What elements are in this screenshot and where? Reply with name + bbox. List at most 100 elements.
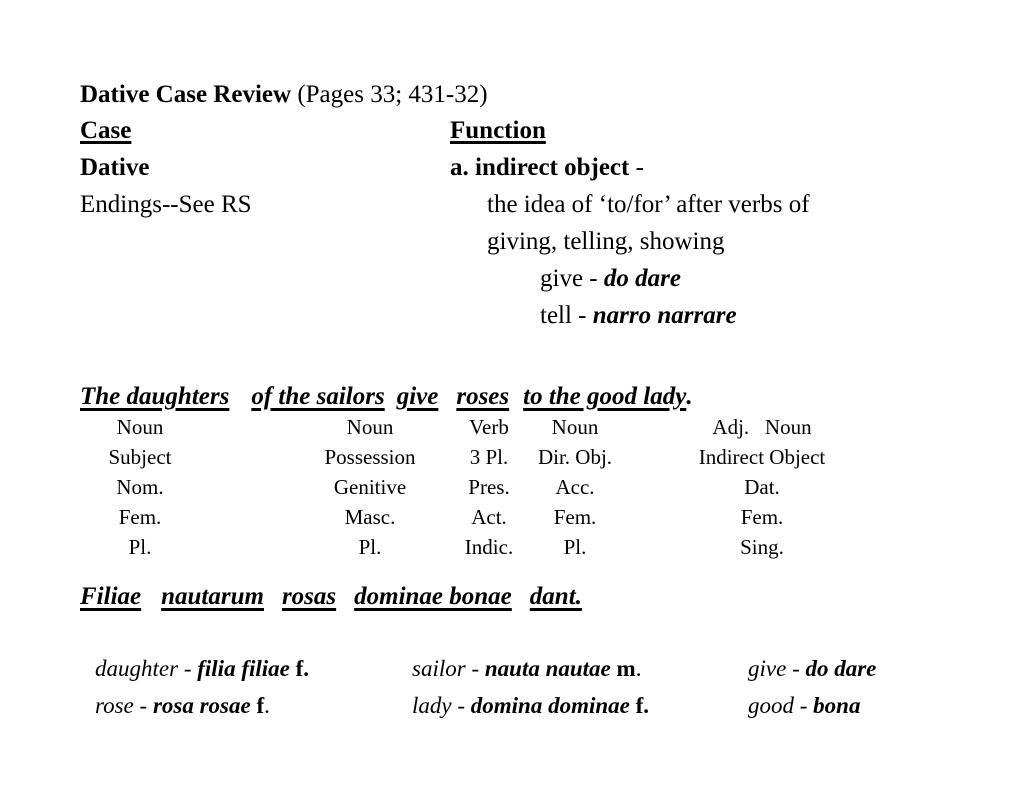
vocabulary-gender: f	[250, 693, 265, 718]
parse-grid-cell: Noun	[116, 415, 164, 439]
latin-sentence-segment: dant.	[529, 583, 582, 610]
segment-gap	[229, 376, 251, 404]
vocabulary-entry: lady - domina dominae f.	[412, 693, 649, 719]
english-sentence-segment: to the good lady	[523, 383, 687, 410]
parse-grid-cell: Noun	[551, 415, 599, 439]
column-header-function: Function	[450, 117, 546, 144]
parse-grid-cell: Pl.	[358, 535, 382, 559]
english-sentence-segment: roses	[456, 383, 510, 410]
segment-gap	[336, 576, 354, 604]
english-sentence-segment: The daughters	[80, 383, 230, 410]
segment-gap	[438, 376, 456, 404]
parse-grid-row: Nom. Genitive Pres. Acc. Dat.	[80, 475, 880, 505]
verb-example-give-english: give -	[540, 265, 604, 292]
vocabulary-latin: domina dominae	[470, 693, 630, 718]
vocabulary-english: rose	[95, 693, 134, 718]
parse-grid-cell: Genitive	[333, 475, 407, 499]
vocabulary-gender-punctuation: .	[635, 656, 642, 681]
parse-grid-cell: Subject	[108, 445, 172, 469]
parse-grid-cell: Fem.	[740, 505, 784, 529]
vocabulary-dash: -	[451, 693, 471, 718]
verb-example-give: give - do dare	[540, 266, 681, 291]
vocabulary-dash: -	[133, 693, 153, 718]
page-title-pages: (Pages 33; 431-32)	[291, 81, 488, 108]
function-indirect-object-label: a. indirect object	[450, 154, 630, 181]
parse-grid-cell: Indic.	[464, 535, 514, 559]
vocabulary-english: give	[748, 656, 787, 681]
segment-gap	[385, 376, 397, 404]
vocabulary-entry: good - bona	[748, 693, 860, 719]
vocabulary-gender: m	[610, 656, 636, 681]
parse-grid-row: Pl. Pl. Indic. Pl. Sing.	[80, 535, 880, 565]
vocabulary-dash: -	[786, 656, 806, 681]
vocabulary-english: lady	[412, 693, 452, 718]
case-name-dative: Dative	[80, 154, 150, 181]
verb-example-tell: tell - narro narrare	[540, 303, 737, 328]
vocabulary-latin: nauta nautae	[484, 656, 611, 681]
parse-grid-cell: Verb	[469, 415, 509, 439]
latin-sentence-segment: Filiae	[80, 583, 142, 610]
vocabulary-latin: rosa rosae	[152, 693, 251, 718]
parse-grid-cell: Pl.	[128, 535, 152, 559]
vocabulary-dash: -	[178, 656, 198, 681]
parse-grid-cell: 3 Pl.	[469, 445, 509, 469]
page-title-main: Dative Case Review	[80, 81, 292, 108]
vocabulary-gender-punctuation: .	[264, 693, 270, 718]
parse-grid-cell: Act.	[471, 505, 507, 529]
vocabulary-row: daughter - filia filiae f. sailor - nauta…	[0, 656, 1020, 693]
vocabulary-english: sailor	[412, 656, 466, 681]
function-description-line-2: giving, telling, showing	[487, 228, 725, 255]
vocabulary-entry: rose - rosa rosae f.	[95, 693, 270, 719]
parse-grid-cell: Masc.	[344, 505, 396, 529]
vocabulary-gender: f.	[289, 656, 310, 681]
segment-gap	[264, 576, 282, 604]
vocabulary-english: good	[748, 693, 794, 718]
parse-grid-cell: Dir. Obj.	[537, 445, 613, 469]
vocabulary-latin: bona	[813, 693, 861, 718]
parse-grid-cell: Adj. Noun	[712, 415, 812, 439]
vocabulary-latin: filia filiae	[197, 656, 290, 681]
parse-grid-cell: Sing.	[740, 535, 784, 559]
english-sentence-segment: give	[396, 383, 439, 410]
parse-grid-cell: Fem.	[118, 505, 162, 529]
parse-grid-cell: Fem.	[553, 505, 597, 529]
english-sentence-segment: of the sailors	[251, 383, 385, 410]
verb-example-give-latin: do dare	[603, 265, 681, 292]
vocabulary-entry: sailor - nauta nautae m.	[412, 656, 641, 682]
vocabulary-english: daughter	[95, 656, 179, 681]
parse-grid-cell: Pl.	[563, 535, 587, 559]
verb-example-tell-latin: narro narrare	[592, 302, 737, 329]
parse-grid-cell: Possession	[324, 445, 416, 469]
latin-sentence-segment: nautarum	[161, 583, 264, 610]
endings-note: Endings--See RS	[80, 191, 252, 218]
parse-grid-cell: Nom.	[116, 475, 164, 499]
vocabulary-entry: give - do dare	[748, 656, 876, 682]
verb-example-tell-english: tell -	[540, 302, 593, 329]
english-sentence-final-punctuation: .	[686, 383, 693, 410]
segment-gap	[141, 576, 161, 604]
page-title: Dative Case Review (Pages 33; 431-32)	[80, 82, 488, 107]
english-sentence: The daughters of the sailors give roses …	[80, 376, 693, 411]
parse-grid-cell: Noun	[346, 415, 394, 439]
segment-gap	[509, 376, 523, 404]
vocabulary-row: rose - rosa rosae f. lady - domina domina…	[0, 693, 1020, 730]
parse-grid: Noun Noun Verb Noun Adj. Noun Subject Possessi…	[80, 415, 880, 565]
parse-grid-cell: Dat.	[744, 475, 780, 499]
parse-grid-row: Fem. Masc. Act. Fem. Fem.	[80, 505, 880, 535]
document-page: Dative Case Review (Pages 33; 431-32) Ca…	[0, 0, 1020, 788]
vocabulary-block: daughter - filia filiae f. sailor - nauta…	[0, 656, 1020, 730]
latin-sentence-segment: rosas	[281, 583, 337, 610]
function-description-line-1: the idea of ‘to/for’ after verbs of	[487, 191, 810, 218]
parse-grid-cell: Pres.	[468, 475, 510, 499]
parse-grid-row: Noun Noun Verb Noun Adj. Noun	[80, 415, 880, 445]
segment-gap	[512, 576, 530, 604]
parse-grid-cell: Acc.	[555, 475, 595, 499]
latin-sentence: Filiae nautarum rosas dominae bonae dant…	[80, 576, 582, 611]
vocabulary-latin: do dare	[805, 656, 877, 681]
vocabulary-dash: -	[794, 693, 814, 718]
vocabulary-dash: -	[465, 656, 485, 681]
latin-sentence-segment: dominae bonae	[354, 583, 512, 610]
vocabulary-gender: f.	[629, 693, 650, 718]
parse-grid-row: Subject Possession 3 Pl. Dir. Obj. Indirect …	[80, 445, 880, 475]
function-indirect-object: a. indirect object -	[450, 155, 644, 180]
